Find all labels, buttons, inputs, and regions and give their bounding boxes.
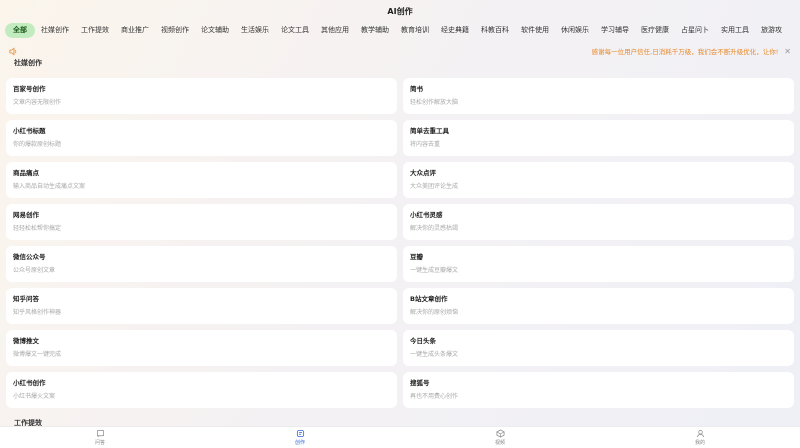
card-description: 将内容去重 — [410, 141, 441, 148]
tab-video-creation[interactable]: 视频创作 — [155, 23, 195, 38]
tool-card[interactable]: B站文章创作解决你的原创烦恼 — [403, 288, 794, 324]
card-description: 输入商品自动生成痛点文案 — [13, 183, 86, 190]
card-description: 文章内容无限创作 — [13, 99, 62, 106]
card-description: 解决你的灵感枯竭 — [410, 225, 459, 232]
card-description: 再也不用费心创作 — [410, 393, 459, 400]
tool-card[interactable]: 简书轻松创作解放大脑 — [403, 78, 794, 114]
nav-video[interactable]: 视频 — [470, 429, 530, 446]
tab-social-media[interactable]: 社媒创作 — [35, 23, 75, 38]
nav-profile[interactable]: 我的 — [670, 429, 730, 446]
tab-software-usage[interactable]: 软件使用 — [515, 23, 555, 38]
user-icon — [696, 429, 704, 438]
card-title: 小红书灵感 — [410, 211, 443, 219]
tool-card[interactable]: 搜狐号再也不用费心创作 — [403, 372, 794, 408]
tool-card[interactable]: 微博推文微博爆文一键完成 — [6, 330, 397, 366]
card-title: 豆瓣 — [410, 253, 423, 261]
tab-all[interactable]: 全部 — [5, 22, 35, 38]
tool-card[interactable]: 小红书标题你的爆款原创标题 — [6, 120, 397, 156]
card-description: 大众美团评论生成 — [410, 183, 459, 190]
speaker-icon — [9, 46, 19, 56]
card-description: 小红书爆火文案 — [13, 393, 56, 400]
tool-card-grid: 百家号创作文章内容无限创作 简书轻松创作解放大脑 小红书标题你的爆款原创标题 简… — [6, 78, 794, 408]
notice-text: 感谢每一位用户信任,日消耗千万级，我们会不断升级优化，让你! — [591, 48, 779, 56]
tab-life-entertainment[interactable]: 生活娱乐 — [235, 23, 275, 38]
category-tabs: 全部 社媒创作 工作提效 商业推广 视频创作 论文辅助 生活娱乐 论文工具 其他… — [0, 22, 800, 38]
tab-travel[interactable]: 旅游攻 — [755, 23, 788, 38]
nav-label: 视频 — [494, 440, 505, 446]
tool-card[interactable]: 豆瓣一键生成豆瓣爆文 — [403, 246, 794, 282]
card-description: 知乎风格创作神器 — [13, 309, 62, 316]
card-description: 你的爆款原创标题 — [13, 141, 62, 148]
card-title: 网易创作 — [13, 211, 39, 219]
tool-card[interactable]: 百家号创作文章内容无限创作 — [6, 78, 397, 114]
close-icon[interactable]: ✕ — [784, 47, 791, 56]
page-title: AI创作 — [387, 6, 413, 16]
video-icon — [496, 429, 504, 438]
tab-study-tutoring[interactable]: 学习辅导 — [595, 23, 635, 38]
tool-card[interactable]: 简单去重工具 将内容去重 — [403, 120, 794, 156]
card-title: 搜狐号 — [410, 379, 430, 387]
nav-create[interactable]: 创作 — [270, 429, 330, 446]
tab-other-apps[interactable]: 其他应用 — [315, 23, 355, 38]
tab-teaching-assist[interactable]: 教学辅助 — [355, 23, 395, 38]
tool-card[interactable]: 大众点评大众美团评论生成 — [403, 162, 794, 198]
section-title: 社媒创作 — [14, 59, 42, 67]
tool-card[interactable]: 知乎问答知乎风格创作神器 — [6, 288, 397, 324]
card-title: 商品痛点 — [13, 169, 39, 177]
tool-card[interactable]: 网易创作轻轻松松帮你搞定 — [6, 204, 397, 240]
card-title: 小红书创作 — [13, 379, 46, 387]
card-description: 微博爆文一键完成 — [13, 351, 62, 358]
tab-education-training[interactable]: 教育培训 — [395, 23, 435, 38]
card-description: 轻轻松松帮你搞定 — [13, 225, 62, 232]
card-title: 大众点评 — [410, 169, 436, 177]
tool-card[interactable]: 今日头条一键生成头条爆文 — [403, 330, 794, 366]
tool-card[interactable]: 小红书创作小红书爆火文案 — [6, 372, 397, 408]
bottom-nav: 问答 创作 视频 我的 — [0, 426, 800, 448]
nav-label: 问答 — [94, 440, 105, 446]
card-description: 一键生成豆瓣爆文 — [410, 267, 459, 274]
tab-leisure[interactable]: 休闲娱乐 — [555, 23, 595, 38]
app-header: AI创作 — [0, 0, 800, 22]
tab-thesis-assist[interactable]: 论文辅助 — [195, 23, 235, 38]
tool-card[interactable]: 小红书灵感解决你的灵感枯竭 — [403, 204, 794, 240]
create-icon — [296, 429, 304, 438]
card-title: 今日头条 — [410, 337, 436, 345]
card-title: B站文章创作 — [410, 295, 448, 303]
tool-card[interactable]: 微信公众号公众号原创文章 — [6, 246, 397, 282]
card-description: 一键生成头条爆文 — [410, 351, 459, 358]
card-title: 微博推文 — [13, 337, 39, 345]
tab-classics[interactable]: 经史典籍 — [435, 23, 475, 38]
tab-work-efficiency[interactable]: 工作提效 — [75, 23, 115, 38]
tab-business-promotion[interactable]: 商业推广 — [115, 23, 155, 38]
nav-label: 创作 — [294, 440, 305, 446]
tab-encyclopedia[interactable]: 科教百科 — [475, 23, 515, 38]
tab-practical-tools[interactable]: 实用工具 — [715, 23, 755, 38]
chat-icon — [96, 429, 104, 438]
notice-bar: 感谢每一位用户信任,日消耗千万级，我们会不断升级优化，让你! ✕ — [0, 44, 800, 58]
card-title: 简书 — [410, 85, 423, 93]
card-description: 解决你的原创烦恼 — [410, 309, 459, 316]
card-description: 轻松创作解放大脑 — [410, 99, 459, 106]
card-title: 小红书标题 — [13, 127, 46, 135]
card-description: 公众号原创文章 — [13, 267, 56, 274]
card-title: 知乎问答 — [13, 295, 39, 303]
card-title: 微信公众号 — [13, 253, 46, 261]
tool-card[interactable]: 商品痛点输入商品自动生成痛点文案 — [6, 162, 397, 198]
nav-label: 我的 — [694, 440, 705, 446]
tab-divination[interactable]: 占星问卜 — [675, 23, 715, 38]
card-title: 简单去重工具 — [410, 127, 449, 135]
tab-medical-health[interactable]: 医疗健康 — [635, 23, 675, 38]
tab-thesis-tools[interactable]: 论文工具 — [275, 23, 315, 38]
nav-qa[interactable]: 问答 — [70, 429, 130, 446]
card-title: 百家号创作 — [13, 85, 46, 93]
